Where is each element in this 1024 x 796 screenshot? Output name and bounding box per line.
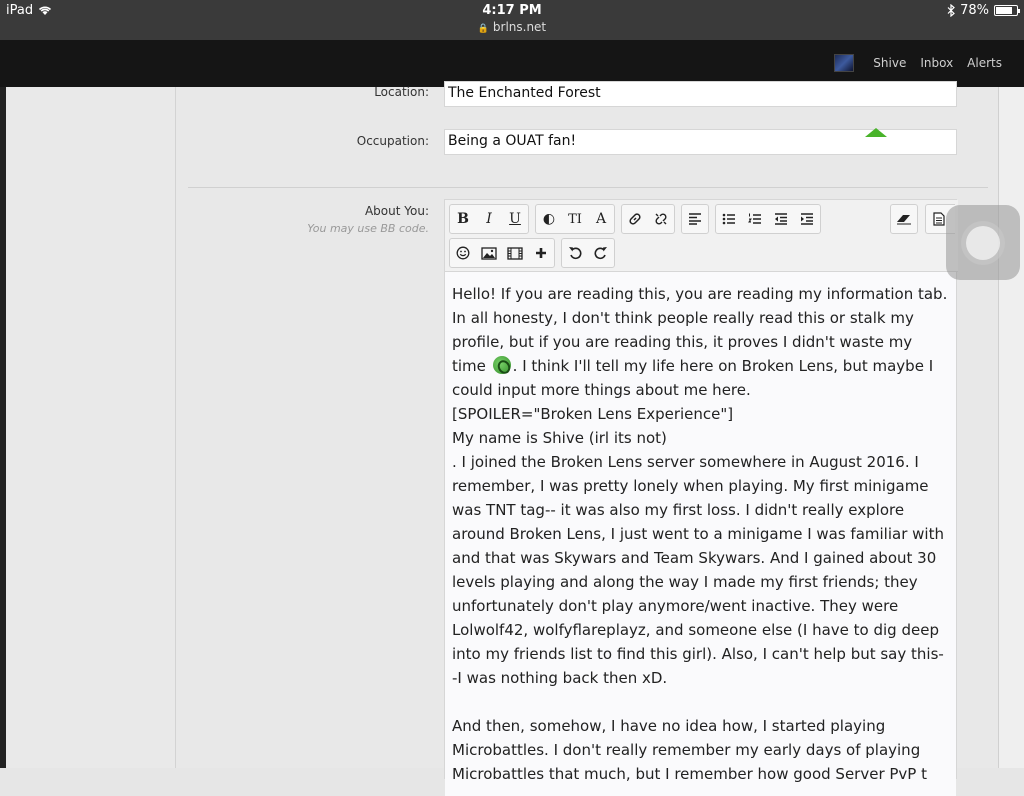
align-left-icon — [689, 213, 701, 225]
unlink-button[interactable] — [648, 205, 674, 233]
font-group: ◐ TI A — [535, 204, 615, 234]
about-paragraph-1: Hello! If you are reading this, you are … — [452, 282, 949, 402]
site-navbar: Shive Inbox Alerts — [0, 40, 1024, 87]
italic-button[interactable]: I — [476, 205, 502, 233]
status-right: 78% — [947, 3, 1020, 18]
align-group — [681, 204, 709, 234]
undo-icon — [569, 247, 582, 260]
page-body: Location: Occupation: About You: You may… — [0, 81, 1024, 796]
about-hint: You may use BB code. — [307, 222, 429, 235]
insert-image-button[interactable] — [476, 239, 502, 267]
about-paragraph-name: My name is Shive (irl its not) — [452, 429, 667, 447]
text-style-group: B I U — [449, 204, 529, 234]
status-time: 4:17 PM — [482, 3, 542, 18]
outdent-button[interactable] — [768, 205, 794, 233]
insert-group — [449, 238, 555, 268]
user-avatar[interactable] — [834, 54, 855, 72]
color-button[interactable]: ◐ — [536, 205, 562, 233]
bullet-list-button[interactable] — [716, 205, 742, 233]
numbered-list-button[interactable] — [742, 205, 768, 233]
labels-column: Location: Occupation: About You: You may… — [176, 85, 429, 768]
indent-icon — [801, 213, 813, 225]
document-icon — [933, 212, 945, 226]
about-editor[interactable]: B I U ◐ TI A Hello! If you are reading t… — [444, 199, 958, 796]
lock-icon: 🔒 — [477, 24, 490, 34]
bold-button[interactable]: B — [450, 205, 476, 233]
eraser-icon — [897, 215, 911, 225]
redo-button[interactable] — [588, 239, 614, 267]
nav-link-inbox[interactable]: Inbox — [913, 56, 960, 70]
remove-format-group — [890, 204, 918, 234]
spoiler-tag: [SPOILER="Broken Lens Experience"] — [452, 405, 734, 423]
unlink-icon — [655, 213, 667, 225]
smilie-button[interactable] — [450, 239, 476, 267]
right-gutter — [998, 87, 1024, 768]
about-paragraph-microbattles: And then, somehow, I have no idea how, I… — [452, 717, 927, 783]
about-text-1b: . I think I'll tell my life here on Brok… — [452, 357, 938, 399]
bluetooth-icon — [947, 4, 955, 17]
emoji-icon — [492, 356, 511, 374]
indent-button[interactable] — [794, 205, 820, 233]
battery-percent: 78% — [960, 3, 989, 18]
battery-icon — [994, 5, 1020, 16]
font-size-button[interactable]: TI — [562, 205, 588, 233]
align-left-button[interactable] — [682, 205, 708, 233]
nav-link-shive[interactable]: Shive — [866, 56, 913, 70]
sidebar — [6, 87, 175, 768]
about-label: About You: — [364, 204, 429, 218]
film-icon — [507, 246, 523, 260]
remove-formatting-button[interactable] — [891, 205, 917, 233]
history-group — [561, 238, 615, 268]
occupation-label: Occupation: — [356, 134, 429, 148]
undo-button[interactable] — [562, 239, 588, 267]
smiley-icon — [456, 246, 470, 260]
list-group — [715, 204, 821, 234]
user-nav: Shive Inbox Alerts — [834, 49, 1009, 77]
about-paragraph-history: . I joined the Broken Lens server somewh… — [452, 453, 949, 687]
link-button[interactable] — [622, 205, 648, 233]
underline-button[interactable]: U — [502, 205, 528, 233]
plus-icon — [536, 248, 546, 258]
account-details-form: Location: Occupation: About You: You may… — [175, 81, 998, 796]
bullet-list-icon — [722, 213, 735, 225]
link-group — [621, 204, 675, 234]
section-divider — [188, 187, 988, 188]
location-label: Location: — [374, 85, 429, 99]
editor-toolbar: B I U ◐ TI A — [445, 200, 958, 272]
image-icon — [481, 246, 497, 260]
address-bar[interactable]: 🔒 brlns.net — [0, 20, 1024, 34]
insert-more-button[interactable] — [528, 239, 554, 267]
editor-text-area[interactable]: Hello! If you are reading this, you are … — [445, 272, 956, 796]
scroll-up-arrow-icon[interactable] — [865, 128, 887, 137]
outdent-icon — [775, 213, 787, 225]
redo-icon — [594, 247, 607, 260]
numbered-list-icon — [748, 213, 761, 224]
battery-fill — [996, 7, 1012, 14]
font-family-button[interactable]: A — [588, 205, 614, 233]
ios-status-bar: iPad 4:17 PM 🔒 brlns.net 78% — [0, 0, 1024, 40]
address-url: brlns.net — [492, 20, 547, 34]
assistive-touch-button[interactable] — [946, 205, 1020, 280]
location-field[interactable]: The Enchanted Forest — [444, 81, 957, 107]
link-icon — [629, 213, 641, 225]
nav-link-alerts[interactable]: Alerts — [960, 56, 1009, 70]
insert-media-button[interactable] — [502, 239, 528, 267]
